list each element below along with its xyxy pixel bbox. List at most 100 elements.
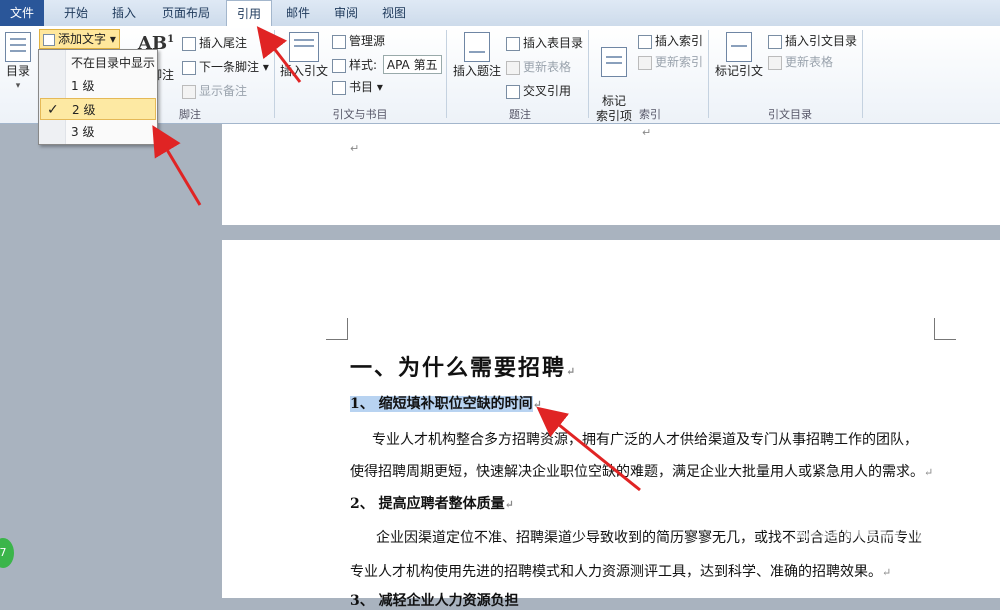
page-previous[interactable]: ↵ ↵	[222, 124, 1000, 225]
style-label: 样式:	[349, 58, 378, 72]
next-footnote-icon	[182, 60, 196, 75]
paragraph-line[interactable]: 专业人才机构使用先进的招聘模式和人力资源测评工具，达到科学、准确的招聘效果。↵	[350, 561, 891, 581]
citation-group-label: 引文与书目	[332, 108, 388, 121]
heading-2-second[interactable]: 2、 提高应聘者整体质量↵	[350, 493, 514, 513]
insert-citation-label: 插入引文	[280, 64, 329, 78]
dropdown-item-no-toc[interactable]: 不在目录中显示	[40, 52, 156, 74]
insert-index-button[interactable]: 插入索引	[638, 32, 703, 49]
paragraph-line[interactable]: 使得招聘周期更短，快速解决企业职位空缺的难题，满足企业大批量用人或紧急用人的需求…	[350, 461, 933, 481]
paragraph-mark: ↵	[924, 466, 934, 479]
paragraph-mark: ↵	[532, 398, 542, 411]
update-table-button[interactable]: 更新表格	[506, 58, 571, 75]
insert-toa-icon	[768, 34, 782, 49]
style-icon	[332, 58, 346, 73]
chevron-down-icon: ▾	[109, 32, 116, 46]
footnote-group-label: 脚注	[179, 108, 201, 121]
update-index-icon	[638, 55, 652, 70]
cross-reference-label: 交叉引用	[523, 84, 572, 98]
check-icon: ✓	[47, 102, 59, 118]
toc-label: 目录	[5, 64, 30, 78]
group-separator	[446, 30, 447, 118]
add-text-dropdown: 不在目录中显示 1 级 ✓ 2 级 3 级	[38, 49, 158, 145]
insert-endnote-label: 插入尾注	[199, 36, 248, 50]
show-notes-button[interactable]: 显示备注	[182, 82, 247, 99]
bibliography-button[interactable]: 书目 ▾	[332, 78, 383, 95]
manage-sources-button[interactable]: 管理源	[332, 32, 385, 49]
heading-2-third[interactable]: 3、 减轻企业人力资源负担	[350, 590, 519, 610]
update-table-label: 更新表格	[523, 60, 572, 74]
captions-group-label: 题注	[509, 108, 531, 121]
next-footnote-button[interactable]: 下一条脚注 ▾	[182, 58, 269, 75]
dropdown-item-label: 1 级	[71, 79, 95, 93]
endnote-icon	[182, 36, 196, 51]
style-value[interactable]: APA 第五	[382, 55, 442, 74]
watermark-logo: Baidu 经验	[793, 507, 982, 547]
insert-endnote-button[interactable]: 插入尾注	[182, 34, 247, 51]
insert-index-icon	[638, 34, 652, 49]
mark-citation-icon	[726, 32, 752, 62]
style-selector[interactable]: 样式: APA 第五	[332, 55, 442, 74]
insert-citation-button[interactable]: 插入引文	[280, 32, 328, 79]
tab-page-layout[interactable]: 页面布局	[152, 0, 220, 26]
insert-toa-button[interactable]: 插入引文目录	[768, 32, 857, 49]
cross-reference-button[interactable]: 交叉引用	[506, 82, 571, 99]
dropdown-item-level3[interactable]: 3 级	[40, 121, 156, 143]
dropdown-item-label: 3 级	[71, 125, 95, 139]
bibliography-label: 书目	[349, 80, 374, 94]
update-index-button[interactable]: 更新索引	[638, 53, 703, 70]
selected-heading-text: 1、 缩短填补职位空缺的时间	[350, 396, 533, 412]
insert-caption-icon	[464, 32, 490, 62]
cross-reference-icon	[506, 84, 520, 99]
tab-home[interactable]: 开始	[56, 0, 96, 26]
bibliography-icon	[332, 80, 346, 95]
manage-sources-icon	[332, 34, 346, 49]
paragraph-text: 使得招聘周期更短，快速解决企业职位空缺的难题，满足企业大批量用人或紧急用人的需求…	[350, 464, 924, 480]
toc-arrow: ▾	[15, 81, 21, 91]
next-footnote-label: 下一条脚注	[199, 60, 260, 74]
toa-group-label: 引文目录	[768, 108, 812, 121]
group-separator	[708, 30, 709, 118]
add-text-button[interactable]: 添加文字 ▾	[39, 29, 120, 49]
mark-citation-label: 标记引文	[714, 64, 763, 78]
insert-table-figures-label: 插入表目录	[523, 36, 584, 50]
update-toa-label: 更新表格	[785, 55, 834, 69]
update-toa-button[interactable]: 更新表格	[768, 53, 833, 70]
tab-mailings[interactable]: 邮件	[278, 0, 318, 26]
tab-review[interactable]: 审阅	[326, 0, 366, 26]
paragraph-mark: ↵	[882, 566, 892, 579]
add-text-icon	[43, 33, 55, 46]
toc-button[interactable]: 目录 ▾	[4, 32, 32, 94]
heading-1[interactable]: 一、为什么需要招聘↵	[350, 350, 577, 382]
heading-2-first[interactable]: 1、 缩短填补职位空缺的时间↵	[350, 393, 542, 413]
update-table-icon	[506, 60, 520, 75]
group-separator	[588, 30, 589, 118]
paragraph-mark: ↵	[642, 126, 652, 139]
mark-citation-button[interactable]: 标记引文	[714, 32, 764, 79]
insert-citation-icon	[289, 32, 319, 62]
mark-entry-icon	[601, 47, 627, 77]
tab-file[interactable]: 文件	[0, 0, 44, 26]
dropdown-item-level1[interactable]: 1 级	[40, 75, 156, 97]
paragraph-line[interactable]: 专业人才机构整合多方招聘资源，拥有广泛的人才供给渠道及专门从事招聘工作的团队，	[372, 429, 918, 449]
ribbon-tab-bar: 文件 开始 插入 页面布局 引用 邮件 审阅 视图	[0, 0, 1000, 27]
tab-insert[interactable]: 插入	[104, 0, 144, 26]
insert-caption-button[interactable]: 插入题注	[452, 32, 502, 79]
document-area: ↵ ↵ 一、为什么需要招聘↵ 1、 缩短填补职位空缺的时间↵ 专业人才机构整合多…	[0, 124, 1000, 609]
mark-entry-button[interactable]: 标记 索引项	[594, 32, 634, 139]
show-notes-icon	[182, 84, 196, 99]
paragraph-mark: ↵	[504, 498, 514, 511]
insert-index-label: 插入索引	[655, 34, 704, 48]
add-text-label: 添加文字	[58, 32, 107, 46]
insert-table-figures-button[interactable]: 插入表目录	[506, 34, 583, 51]
group-separator	[274, 30, 275, 118]
paragraph-text: 专业人才机构使用先进的招聘模式和人力资源测评工具，达到科学、准确的招聘效果。	[350, 564, 882, 580]
tab-view[interactable]: 视图	[374, 0, 414, 26]
toc-icon	[5, 32, 31, 62]
margin-corner-mark	[934, 318, 956, 340]
paragraph-mark: ↵	[566, 365, 578, 378]
tab-references[interactable]: 引用	[226, 0, 272, 27]
update-index-label: 更新索引	[655, 55, 704, 69]
dropdown-item-label: 不在目录中显示	[71, 56, 156, 70]
dropdown-item-level2[interactable]: ✓ 2 级	[40, 98, 156, 120]
heading-2-text: 2、 提高应聘者整体质量	[350, 496, 505, 512]
